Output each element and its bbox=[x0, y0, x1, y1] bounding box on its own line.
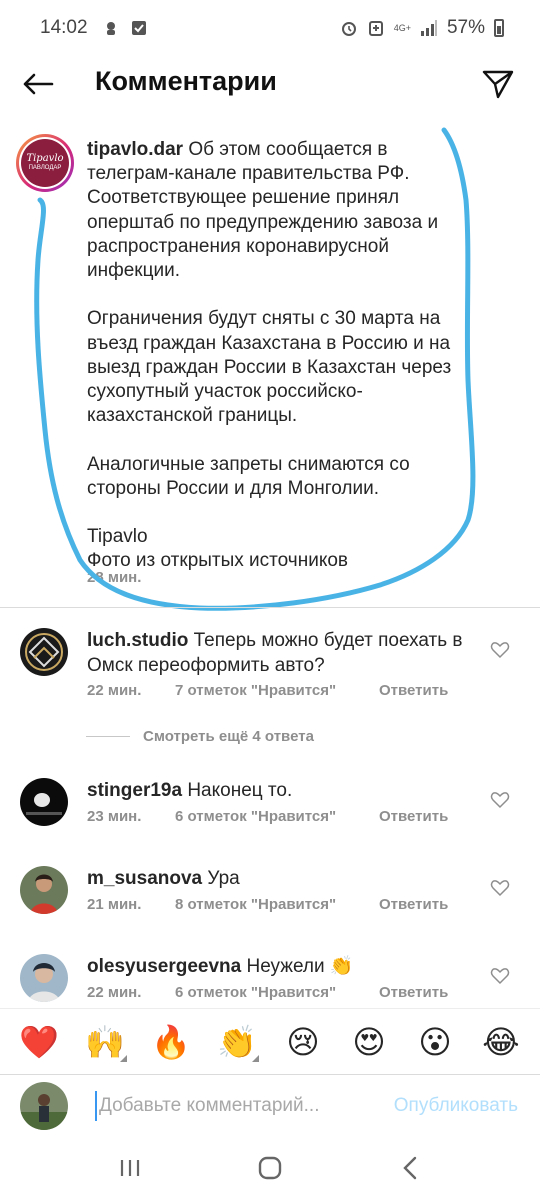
signal-icon bbox=[420, 20, 437, 36]
comment-time: 22 мин. bbox=[87, 984, 142, 1001]
emoji-quick-bar: ❤️ 🙌 🔥 👏 😢 😍 😮 😂 bbox=[0, 1008, 540, 1074]
comment-username[interactable]: luch.studio bbox=[87, 630, 188, 651]
emoji-crying-button[interactable]: 😢 bbox=[281, 1020, 325, 1064]
reply-button[interactable]: Ответить bbox=[379, 682, 448, 699]
chevron-left-icon bbox=[403, 1156, 417, 1180]
emoji-heart-button[interactable]: ❤️ bbox=[17, 1020, 61, 1064]
data-saver-icon bbox=[368, 21, 383, 36]
emoji-surprised-button[interactable]: 😮 bbox=[413, 1020, 457, 1064]
commenter-avatar[interactable] bbox=[20, 778, 68, 826]
commenter-avatar[interactable] bbox=[20, 954, 68, 1002]
caption-timestamp: 28 мин. bbox=[87, 569, 142, 586]
comment-username[interactable]: olesyusergeevna bbox=[87, 956, 241, 977]
view-more-replies-label: Смотреть ещё 4 ответа bbox=[143, 728, 314, 745]
comment-body: olesyusergeevna Неужели 👏 bbox=[87, 954, 467, 979]
emoji-fire-button[interactable]: 🔥 bbox=[149, 1020, 193, 1064]
recent-apps-button[interactable] bbox=[105, 1148, 155, 1188]
comment-time: 21 мин. bbox=[87, 896, 142, 913]
commenter-avatar[interactable] bbox=[20, 866, 68, 914]
emoji-raised-hands-button[interactable]: 🙌 bbox=[83, 1020, 127, 1064]
skin-tone-indicator-icon bbox=[120, 1054, 127, 1062]
current-user-avatar bbox=[20, 1082, 68, 1130]
comment-body: luch.studio Теперь можно будет поехать в… bbox=[87, 628, 467, 678]
home-button[interactable] bbox=[245, 1148, 295, 1188]
system-back-button[interactable] bbox=[385, 1148, 435, 1188]
page-title: Комментарии bbox=[95, 66, 277, 96]
like-heart-icon[interactable] bbox=[490, 640, 510, 660]
caption-divider bbox=[0, 607, 540, 608]
like-heart-icon[interactable] bbox=[490, 878, 510, 898]
arrow-left-icon bbox=[23, 73, 54, 95]
comment-meta: 22 мин. 6 отметок "Нравится" Ответить bbox=[87, 984, 448, 1001]
network-type: 4G+ bbox=[393, 22, 411, 33]
caption-username[interactable]: tipavlo.dar bbox=[87, 139, 183, 160]
comment-likes[interactable]: 6 отметок "Нравится" bbox=[175, 808, 379, 825]
status-bar: 14:02 4G+ 57% bbox=[0, 0, 540, 56]
comment-text: Наконец то. bbox=[182, 780, 293, 801]
comment-body: m_susanova Ура bbox=[87, 866, 467, 891]
comment-username[interactable]: m_susanova bbox=[87, 868, 202, 889]
emoji-laughing-button[interactable]: 😂 bbox=[479, 1020, 523, 1064]
reply-button[interactable]: Ответить bbox=[379, 896, 448, 913]
comment-body: stinger19a Наконец то. bbox=[87, 778, 467, 803]
emoji-clap-button[interactable]: 👏 bbox=[215, 1020, 259, 1064]
recents-icon bbox=[120, 1160, 140, 1176]
comment-time: 23 мин. bbox=[87, 808, 142, 825]
like-heart-icon[interactable] bbox=[490, 790, 510, 810]
comment-meta: 21 мин. 8 отметок "Нравится" Ответить bbox=[87, 896, 448, 913]
checkbox-notification-icon bbox=[131, 21, 146, 35]
alarm-icon bbox=[341, 22, 356, 36]
comment-input[interactable] bbox=[95, 1091, 365, 1121]
comment-time: 22 мин. bbox=[87, 682, 142, 699]
caption-text: tipavlo.dar Об этом сообщается в телегра… bbox=[87, 138, 467, 574]
emoji-heart-eyes-button[interactable]: 😍 bbox=[347, 1020, 391, 1064]
caption-body: Об этом сообщается в телеграм-канале пра… bbox=[87, 139, 452, 572]
battery-icon bbox=[494, 19, 504, 37]
reply-button[interactable]: Ответить bbox=[379, 808, 448, 825]
app-header: Комментарии bbox=[0, 56, 540, 112]
reply-button[interactable]: Ответить bbox=[379, 984, 448, 1001]
direct-share-button[interactable] bbox=[478, 64, 518, 104]
comment-composer: Опубликовать bbox=[0, 1074, 540, 1136]
status-time: 14:02 bbox=[40, 17, 88, 38]
home-icon bbox=[258, 1156, 282, 1180]
system-nav-bar bbox=[0, 1136, 540, 1200]
brand-logo: Tipavlo ПАВЛОДАР bbox=[21, 139, 69, 187]
back-button[interactable] bbox=[18, 66, 58, 102]
view-more-replies[interactable]: Смотреть ещё 4 ответа bbox=[86, 728, 314, 745]
luch-studio-logo-icon bbox=[20, 628, 68, 676]
comment-likes[interactable]: 6 отметок "Нравится" bbox=[175, 984, 379, 1001]
comment-text: Ура bbox=[202, 868, 240, 889]
comment-likes[interactable]: 7 отметок "Нравится" bbox=[175, 682, 379, 699]
comment-username[interactable]: stinger19a bbox=[87, 780, 182, 801]
skin-tone-indicator-icon bbox=[252, 1054, 259, 1062]
comment-meta: 23 мин. 6 отметок "Нравится" Ответить bbox=[87, 808, 448, 825]
comment-likes[interactable]: 8 отметок "Нравится" bbox=[175, 896, 379, 913]
comment-meta: 22 мин. 7 отметок "Нравится" Ответить bbox=[87, 682, 448, 699]
commenter-avatar[interactable] bbox=[20, 628, 68, 676]
battery-percent: 57% bbox=[446, 17, 485, 38]
notification-app-icon bbox=[106, 22, 115, 35]
publish-button[interactable]: Опубликовать bbox=[394, 1095, 518, 1117]
paper-plane-icon bbox=[482, 70, 514, 99]
author-avatar[interactable]: Tipavlo ПАВЛОДАР bbox=[16, 134, 74, 192]
like-heart-icon[interactable] bbox=[490, 966, 510, 986]
comment-text: Неужели 👏 bbox=[241, 956, 354, 977]
